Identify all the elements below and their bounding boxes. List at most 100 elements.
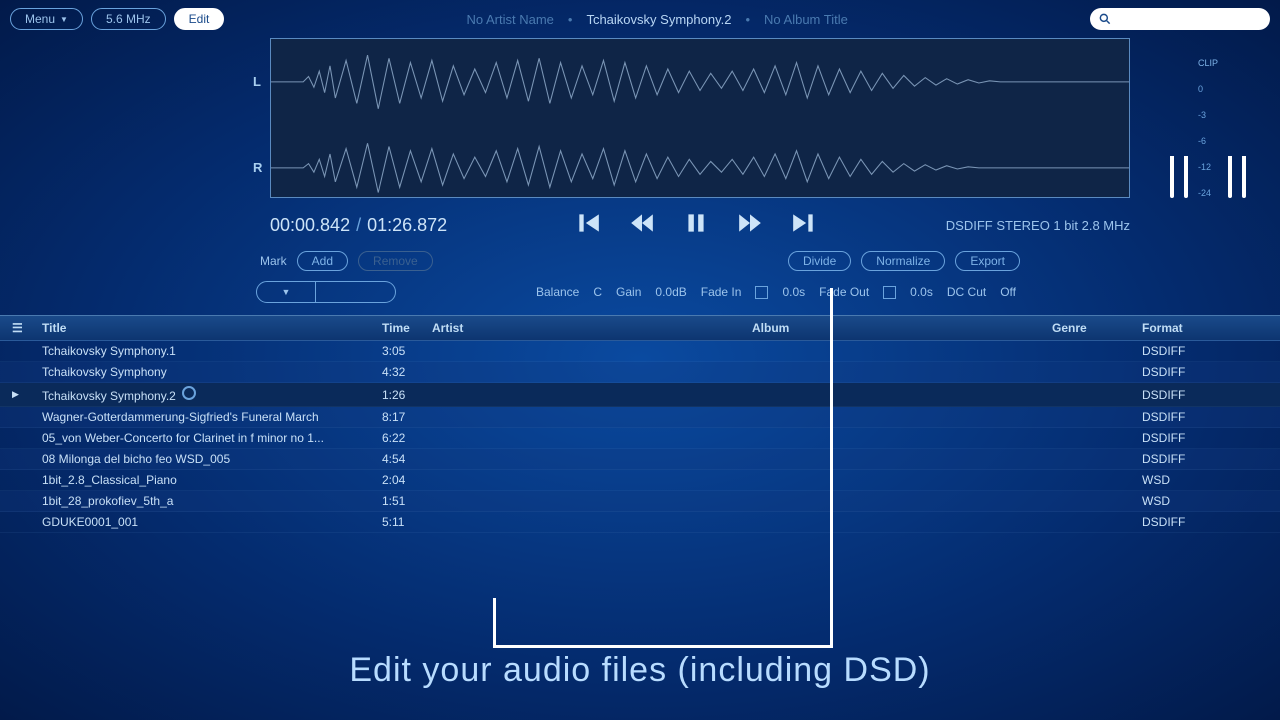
track-row[interactable]: ▶Tchaikovsky Symphony.21:26 DSDIFF [0, 383, 1280, 407]
playlist: Tchaikovsky Symphony.13:05DSDIFFTchaikov… [0, 341, 1280, 533]
editor-area: L R CLIP 0 -3 -6 -12 -24 [0, 38, 1280, 198]
rewind-button[interactable] [627, 210, 657, 241]
track-row[interactable]: Tchaikovsky Symphony.13:05 DSDIFF [0, 341, 1280, 362]
balance-value[interactable]: C [593, 285, 602, 299]
record-indicator-icon [182, 386, 196, 400]
track-time: 8:17 [382, 410, 432, 424]
waveform-display[interactable]: L R [270, 38, 1130, 198]
hamburger-icon[interactable]: ☰ [12, 321, 42, 335]
track-title: Tchaikovsky Symphony [42, 365, 382, 379]
fadeout-checkbox[interactable] [883, 286, 896, 299]
track-time: 1:51 [382, 494, 432, 508]
dccut-value[interactable]: Off [1000, 285, 1016, 299]
level-meters: CLIP 0 -3 -6 -12 -24 [1150, 38, 1250, 198]
track-format: WSD [1142, 494, 1212, 508]
export-button[interactable]: Export [955, 251, 1020, 271]
search-icon [1098, 12, 1112, 26]
track-row[interactable]: Tchaikovsky Symphony4:32 DSDIFF [0, 362, 1280, 383]
transport-controls [573, 210, 819, 241]
artist-placeholder: No Artist Name [466, 12, 553, 27]
header-genre[interactable]: Genre [1052, 321, 1142, 335]
normalize-button[interactable]: Normalize [861, 251, 945, 271]
mark-label: Mark [260, 254, 287, 268]
waveform-right [271, 125, 1129, 211]
track-title: Tchaikovsky Symphony.2 [42, 386, 382, 403]
meter-left [1170, 58, 1174, 198]
track-time: 1:26 [382, 388, 432, 402]
track-row[interactable]: 1bit_28_prokofiev_5th_a1:51 WSD [0, 491, 1280, 512]
callout-line [493, 645, 833, 648]
pause-button[interactable] [681, 210, 711, 241]
left-channel-label: L [253, 74, 261, 89]
header-album[interactable]: Album [752, 321, 1052, 335]
waveform-left [271, 39, 1129, 125]
skip-end-button[interactable] [789, 210, 819, 241]
balance-label: Balance [536, 285, 579, 299]
time-display: 00:00.842/01:26.872 [270, 215, 447, 236]
gain-value[interactable]: 0.0dB [655, 285, 686, 299]
callout-line [493, 598, 496, 648]
track-title: 1bit_2.8_Classical_Piano [42, 473, 382, 487]
track-title: GDUKE0001_001 [42, 515, 382, 529]
meter-right [1184, 58, 1188, 198]
right-channel-label: R [253, 160, 262, 175]
track-title: Tchaikovsky Symphony.1 [42, 344, 382, 358]
fadeout-label: Fade Out [819, 285, 869, 299]
track-format: DSDIFF [1142, 515, 1212, 529]
track-time: 3:05 [382, 344, 432, 358]
track-metadata: No Artist Name • Tchaikovsky Symphony.2 … [232, 12, 1082, 27]
gain-label: Gain [616, 285, 641, 299]
skip-start-button[interactable] [573, 210, 603, 241]
format-info: DSDIFF STEREO 1 bit 2.8 MHz [946, 218, 1130, 233]
mark-dropdown[interactable]: ▼ [256, 281, 396, 303]
track-title: 1bit_28_prokofiev_5th_a [42, 494, 382, 508]
track-title: Tchaikovsky Symphony.2 [586, 12, 731, 27]
edit-mode-button[interactable]: Edit [174, 8, 225, 30]
position-time: 00:00.842 [270, 215, 350, 235]
fadeout-value[interactable]: 0.0s [910, 285, 933, 299]
track-time: 4:54 [382, 452, 432, 466]
track-row[interactable]: 05_von Weber-Concerto for Clarinet in f … [0, 428, 1280, 449]
top-bar: Menu▼ 5.6 MHz Edit No Artist Name • Tcha… [0, 0, 1280, 38]
mark-row: Mark Add Remove Divide Normalize Export [0, 247, 1280, 275]
track-time: 6:22 [382, 431, 432, 445]
track-title: 05_von Weber-Concerto for Clarinet in f … [42, 431, 382, 445]
track-format: WSD [1142, 473, 1212, 487]
params-row: ▼ Balance C Gain 0.0dB Fade In 0.0s Fade… [0, 275, 1280, 315]
track-format: DSDIFF [1142, 431, 1212, 445]
fadein-value[interactable]: 0.0s [782, 285, 805, 299]
header-time[interactable]: Time [382, 321, 432, 335]
duration-time: 01:26.872 [367, 215, 447, 235]
track-title: Wagner-Gotterdammerung-Sigfried's Funera… [42, 410, 382, 424]
header-title[interactable]: Title [42, 321, 382, 335]
sample-rate-button[interactable]: 5.6 MHz [91, 8, 166, 30]
track-format: DSDIFF [1142, 365, 1212, 379]
track-title: 08 Milonga del bicho feo WSD_005 [42, 452, 382, 466]
search-input[interactable] [1090, 8, 1270, 30]
add-mark-button[interactable]: Add [297, 251, 348, 271]
header-artist[interactable]: Artist [432, 321, 752, 335]
menu-button[interactable]: Menu▼ [10, 8, 83, 30]
track-row[interactable]: 1bit_2.8_Classical_Piano2:04 WSD [0, 470, 1280, 491]
track-row[interactable]: GDUKE0001_0015:11 DSDIFF [0, 512, 1280, 533]
play-indicator-icon: ▶ [12, 389, 42, 400]
fadein-checkbox[interactable] [755, 286, 768, 299]
track-time: 5:11 [382, 515, 432, 529]
track-row[interactable]: 08 Milonga del bicho feo WSD_0054:54DSDI… [0, 449, 1280, 470]
meter-right-2 [1228, 58, 1232, 198]
track-time: 2:04 [382, 473, 432, 487]
playlist-header: ☰ Title Time Artist Album Genre Format [0, 315, 1280, 341]
meter-right-3 [1242, 58, 1246, 198]
forward-button[interactable] [735, 210, 765, 241]
chevron-down-icon: ▼ [60, 15, 68, 24]
track-format: DSDIFF [1142, 388, 1212, 402]
header-format[interactable]: Format [1142, 321, 1212, 335]
track-format: DSDIFF [1142, 344, 1212, 358]
track-time: 4:32 [382, 365, 432, 379]
fadein-label: Fade In [701, 285, 742, 299]
remove-mark-button[interactable]: Remove [358, 251, 433, 271]
dccut-label: DC Cut [947, 285, 986, 299]
meter-scale: CLIP 0 -3 -6 -12 -24 [1198, 58, 1218, 198]
track-row[interactable]: Wagner-Gotterdammerung-Sigfried's Funera… [0, 407, 1280, 428]
divide-button[interactable]: Divide [788, 251, 851, 271]
